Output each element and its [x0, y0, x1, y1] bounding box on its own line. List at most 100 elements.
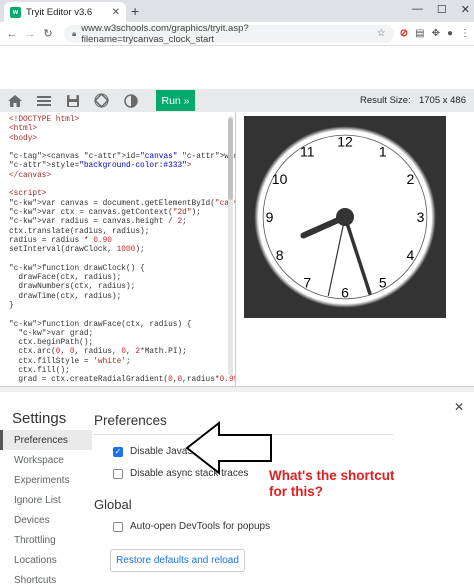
- menu-icon[interactable]: [29, 89, 58, 112]
- clock-number: 10: [272, 171, 288, 187]
- window-controls: — ☐ ✕: [412, 3, 470, 16]
- code-line: ctx.arc(0, 0, radius, 0, 2*Math.PI);: [9, 348, 187, 357]
- settings-nav-locations[interactable]: Locations: [0, 550, 92, 570]
- theme-toggle-icon[interactable]: [116, 89, 145, 112]
- clock-number: 4: [407, 247, 415, 263]
- code-line: "c-kw">var grad;: [18, 329, 94, 338]
- settings-nav-ignore-list[interactable]: Ignore List: [0, 490, 92, 510]
- code-scrollbar[interactable]: [228, 116, 233, 376]
- w3schools-favicon-icon: w: [10, 6, 21, 18]
- global-heading: Global: [94, 497, 132, 512]
- result-width: 1705: [418, 95, 441, 106]
- code-line: <body>: [9, 134, 38, 143]
- code-line: "c-kw">function drawClock() {: [9, 264, 145, 273]
- code-line: <script>: [9, 190, 47, 199]
- browser-tabstrip: w Tryit Editor v3.6 ✕ + — ☐ ✕: [0, 0, 474, 22]
- clock-number: 6: [341, 285, 349, 301]
- url-field[interactable]: 🔒︎ www.w3schools.com/graphics/tryit.asp?…: [64, 22, 394, 45]
- clock-center: [336, 208, 354, 226]
- restore-defaults-button[interactable]: Restore defaults and reload: [110, 549, 245, 572]
- code-line: "c-kw">var ctx = canvas.getContext("2d")…: [9, 208, 201, 217]
- code-line: "c-kw">var canvas = document.getElementB…: [9, 199, 235, 208]
- code-line: "c-tag"><canvas "c-attr">id="canvas" "c-…: [9, 153, 235, 162]
- code-line: <!DOCTYPE html>: [9, 116, 80, 124]
- clock-number: 7: [303, 274, 311, 290]
- disable-async-stack-traces-checkbox[interactable]: [113, 468, 123, 479]
- reload-icon[interactable]: ↻: [40, 27, 56, 40]
- settings-title: Settings: [12, 410, 67, 427]
- code-line: drawNumbers(ctx, radius);: [9, 283, 136, 292]
- extension-red-icon[interactable]: ⊘: [400, 28, 408, 39]
- code-line: "c-kw">var radius = canvas.height / 2;: [9, 218, 187, 227]
- settings-nav-throttling[interactable]: Throttling: [0, 530, 92, 550]
- annotation-arrow-icon: [185, 420, 272, 476]
- clock-number: 9: [266, 209, 274, 225]
- code-line: setInterval(drawClock, 1000);: [9, 246, 145, 255]
- run-button[interactable]: Run »: [156, 90, 195, 111]
- code-scrollbar-thumb[interactable]: [228, 118, 233, 200]
- url-text: www.w3schools.com/graphics/tryit.asp?fil…: [81, 22, 249, 45]
- code-line: }: [9, 301, 14, 310]
- annotation-line-2: for this?: [269, 484, 323, 499]
- clock-number: 8: [276, 247, 284, 263]
- annotation-text: What's the shortcut for this?: [269, 468, 429, 500]
- clock-number: 11: [300, 144, 315, 160]
- annotation-line-1: What's the shortcut: [269, 468, 395, 483]
- close-window-button[interactable]: ✕: [461, 3, 470, 16]
- code-text[interactable]: <!DOCTYPE html> <html> <body> "c-tag"><can…: [0, 112, 235, 386]
- lock-icon[interactable]: 🔒︎: [72, 29, 76, 39]
- auto-open-devtools-checkbox[interactable]: [113, 521, 123, 532]
- code-line: </canvas>: [9, 171, 52, 180]
- minimize-button[interactable]: —: [412, 3, 423, 16]
- reading-list-icon[interactable]: ▤: [415, 28, 424, 39]
- tryit-toolbar: Run » Result Size: 1705 x 486: [0, 89, 474, 112]
- rotate-layout-icon[interactable]: [87, 89, 116, 112]
- code-line: grad = ctx.createRadialGradient(0,0,radi…: [9, 376, 235, 385]
- maximize-button[interactable]: ☐: [437, 3, 447, 16]
- home-icon[interactable]: [0, 89, 29, 112]
- result-pane: 12 1 2 3 4 5 6 7 8 9 10 11: [237, 112, 474, 386]
- code-line: "c-kw">function drawFace(ctx, radius) {: [9, 320, 192, 329]
- new-tab-button[interactable]: +: [131, 3, 139, 19]
- save-icon[interactable]: [58, 89, 87, 112]
- settings-nav-experiments[interactable]: Experiments: [0, 470, 92, 490]
- result-size-readout: Result Size: 1705 x 486: [360, 95, 466, 106]
- settings-nav-workspace[interactable]: Workspace: [0, 450, 92, 470]
- code-line: ctx.translate(radius, radius);: [9, 227, 150, 236]
- address-bar-row: ← → ↻ 🔒︎ www.w3schools.com/graphics/tryi…: [0, 22, 474, 46]
- code-line: <html>: [9, 125, 38, 134]
- code-line: ctx.beginPath();: [9, 339, 94, 348]
- back-icon[interactable]: ←: [4, 28, 20, 40]
- clock-number: 3: [417, 209, 425, 225]
- settings-nav: Preferences Workspace Experiments Ignore…: [0, 430, 92, 588]
- clock-number: 2: [407, 171, 415, 187]
- code-line: "c-attr">style="background-color:#333">: [9, 162, 192, 171]
- result-x: x: [442, 95, 448, 106]
- preferences-heading: Preferences: [94, 413, 167, 428]
- tab-close-icon[interactable]: ✕: [112, 7, 120, 18]
- menu-dots-icon[interactable]: ⋮: [460, 28, 470, 39]
- forward-icon[interactable]: →: [22, 28, 38, 40]
- settings-nav-shortcuts[interactable]: Shortcuts: [0, 570, 92, 588]
- clock-number: 12: [337, 133, 353, 149]
- browser-tab[interactable]: w Tryit Editor v3.6 ✕: [4, 2, 126, 22]
- disable-javascript-checkbox[interactable]: ✓: [113, 446, 123, 457]
- settings-nav-preferences[interactable]: Preferences: [0, 430, 92, 450]
- bookmark-star-icon[interactable]: ☆: [377, 28, 386, 39]
- code-editor[interactable]: <!DOCTYPE html> <html> <body> "c-tag"><can…: [0, 112, 236, 386]
- extension-icons: ⊘ ▤ ✥ ● ⋮: [400, 28, 470, 39]
- auto-open-devtools-label: Auto-open DevTools for popups: [130, 521, 271, 532]
- settings-nav-devices[interactable]: Devices: [0, 510, 92, 530]
- result-height: 486: [450, 95, 466, 106]
- clock-canvas: 12 1 2 3 4 5 6 7 8 9 10 11: [244, 116, 446, 318]
- profile-icon[interactable]: ●: [447, 28, 453, 39]
- code-line: radius = radius * 0.90: [9, 236, 112, 245]
- extensions-puzzle-icon[interactable]: ✥: [432, 28, 440, 39]
- auto-open-devtools-option[interactable]: Auto-open DevTools for popups: [113, 521, 270, 532]
- code-line: ctx.fill();: [9, 367, 70, 376]
- code-line: ctx.fillStyle = 'white';: [9, 357, 131, 366]
